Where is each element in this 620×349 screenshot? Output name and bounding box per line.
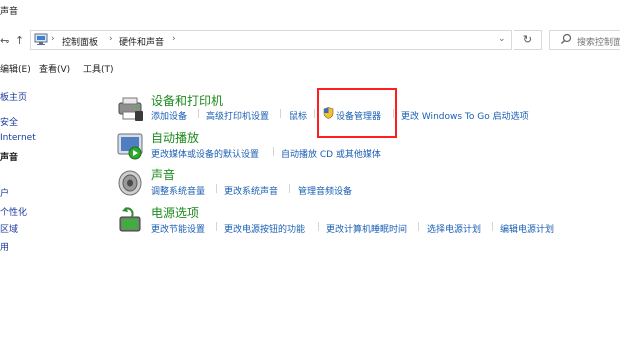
link-choose-power-plan[interactable]: 选择电源计划 [427, 222, 481, 235]
link-separator: | [197, 109, 201, 119]
autoplay-icon[interactable] [116, 131, 146, 161]
link-separator: | [491, 222, 495, 232]
left-nav-security[interactable]: 安全 [0, 115, 18, 128]
link-sleep-time[interactable]: 更改计算机睡眠时间 [326, 222, 407, 235]
power-options-icon[interactable] [116, 205, 146, 235]
link-manage-audio-devices[interactable]: 管理音频设备 [298, 184, 352, 197]
breadcrumb-separator: › [172, 34, 176, 44]
category-devices-printers-title[interactable]: 设备和打印机 [151, 92, 223, 109]
link-separator: | [417, 222, 421, 232]
breadcrumb-control-panel[interactable]: 控制面板 [62, 35, 98, 48]
link-autoplay-cd[interactable]: 自动播放 CD 或其他媒体 [281, 147, 381, 160]
left-nav-home[interactable]: 板主页 [0, 90, 27, 103]
link-separator: | [279, 109, 283, 119]
category-power-options-title[interactable]: 电源选项 [151, 204, 199, 221]
devices-printers-icon[interactable] [116, 94, 146, 124]
highlight-box [317, 88, 397, 138]
link-windows-to-go[interactable]: 更改 Windows To Go 启动选项 [401, 109, 529, 122]
link-mouse[interactable]: 鼠标 [289, 109, 307, 122]
left-nav-internet[interactable]: Internet [0, 133, 36, 143]
link-separator: | [272, 147, 276, 157]
control-panel-icon [34, 33, 48, 49]
breadcrumb-hardware-sound[interactable]: 硬件和声音 [119, 35, 164, 48]
left-nav-personalization[interactable]: 个性化 [0, 205, 27, 218]
menu-edit[interactable]: 编辑(E) [0, 62, 31, 75]
left-nav-region[interactable]: 区域 [0, 222, 18, 235]
link-advanced-printer-setup[interactable]: 高级打印机设置 [206, 109, 269, 122]
link-separator: | [288, 184, 292, 194]
category-autoplay-title[interactable]: 自动播放 [151, 129, 199, 146]
link-separator: | [317, 222, 321, 232]
link-separator: | [215, 222, 219, 232]
link-change-system-sounds[interactable]: 更改系统声音 [224, 184, 278, 197]
link-adjust-volume[interactable]: 调整系统音量 [151, 184, 205, 197]
address-dropdown-icon[interactable]: ⌄ [498, 34, 506, 44]
link-media-default-settings[interactable]: 更改媒体或设备的默认设置 [151, 147, 259, 160]
search-placeholder: 搜索控制面 [577, 38, 620, 48]
speaker-icon[interactable] [116, 168, 146, 198]
category-sound-title[interactable]: 声音 [151, 166, 175, 183]
left-nav-ease[interactable]: 用 [0, 240, 9, 253]
search-icon [560, 33, 572, 48]
refresh-button[interactable]: ↻ [514, 30, 542, 50]
breadcrumb-separator: › [109, 34, 113, 44]
up-button[interactable]: ↑ [15, 34, 24, 48]
link-separator: | [313, 109, 317, 119]
menu-view[interactable]: 查看(V) [39, 62, 70, 75]
menu-tools[interactable]: 工具(T) [83, 62, 114, 75]
link-add-device[interactable]: 添加设备 [151, 109, 187, 122]
address-bar[interactable] [30, 30, 512, 50]
history-dropdown-icon[interactable]: ⌄ [4, 34, 11, 48]
window-title: 声音 [0, 7, 19, 17]
link-change-power-saving[interactable]: 更改节能设置 [151, 222, 205, 235]
link-power-button-function[interactable]: 更改电源按钮的功能 [224, 222, 305, 235]
left-nav-accounts[interactable]: 户 [0, 186, 9, 199]
link-edit-power-plan[interactable]: 编辑电源计划 [500, 222, 554, 235]
left-nav-sound[interactable]: 声音 [0, 150, 18, 163]
link-separator: | [215, 184, 219, 194]
breadcrumb-separator: › [51, 34, 55, 44]
